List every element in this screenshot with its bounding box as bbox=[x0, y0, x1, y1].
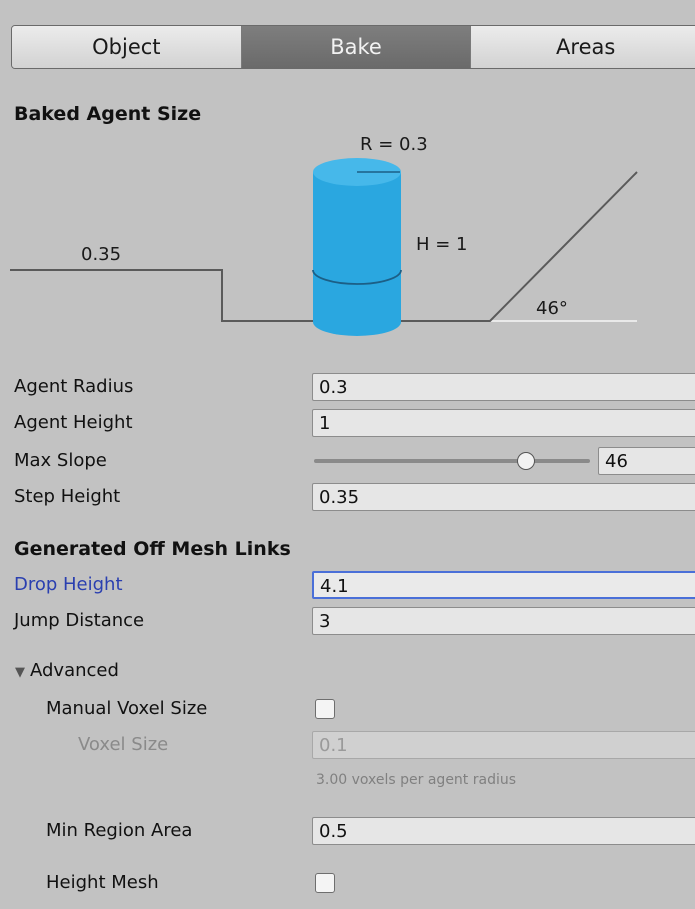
advanced-foldout[interactable]: ▼ Advanced bbox=[0, 656, 695, 686]
voxels-per-radius-hint: 3.00 voxels per agent radius bbox=[316, 772, 517, 788]
agent-radius-row: Agent Radius 0.3 bbox=[0, 372, 695, 402]
min-region-area-field[interactable]: 0.5 bbox=[312, 817, 695, 845]
voxel-size-field: 0.1 bbox=[312, 731, 695, 759]
tab-areas[interactable]: Areas bbox=[471, 26, 695, 68]
tab-bar: Object Bake Areas bbox=[11, 25, 695, 69]
height-label: H = 1 bbox=[416, 234, 468, 255]
jump-distance-row: Jump Distance 3 bbox=[0, 606, 695, 636]
step-height-label: Step Height bbox=[14, 486, 121, 507]
max-slope-row: Max Slope 46 bbox=[0, 446, 695, 476]
agent-height-label: Agent Height bbox=[14, 412, 133, 433]
max-slope-slider-thumb[interactable] bbox=[516, 452, 535, 470]
manual-voxel-size-label: Manual Voxel Size bbox=[46, 698, 208, 719]
step-height-row: Step Height 0.35 bbox=[0, 482, 695, 512]
baked-agent-size-heading: Baked Agent Size bbox=[14, 103, 202, 125]
jump-distance-label: Jump Distance bbox=[14, 610, 145, 631]
max-slope-slider-track[interactable] bbox=[314, 459, 590, 463]
slope-angle-label: 46° bbox=[536, 298, 568, 319]
advanced-foldout-label[interactable]: Advanced bbox=[30, 660, 119, 681]
step-height-label: 0.35 bbox=[81, 244, 121, 265]
agent-radius-label: Agent Radius bbox=[14, 376, 134, 397]
triangle-down-icon[interactable]: ▼ bbox=[15, 665, 25, 680]
manual-voxel-size-checkbox[interactable] bbox=[315, 699, 335, 719]
agent-size-diagram: R = 0.3 H = 1 0.35 46° bbox=[10, 134, 638, 336]
max-slope-label: Max Slope bbox=[14, 450, 107, 471]
agent-cylinder bbox=[312, 158, 402, 336]
step-height-field[interactable]: 0.35 bbox=[312, 483, 695, 511]
agent-radius-field[interactable]: 0.3 bbox=[312, 373, 695, 401]
agent-height-field[interactable]: 1 bbox=[312, 409, 695, 437]
tab-bake[interactable]: Bake bbox=[241, 26, 472, 68]
drop-height-field[interactable]: 4.1 bbox=[312, 571, 695, 599]
min-region-area-label: Min Region Area bbox=[46, 820, 193, 841]
min-region-area-row: Min Region Area 0.5 bbox=[0, 816, 695, 846]
drop-height-label: Drop Height bbox=[14, 574, 123, 595]
height-mesh-label: Height Mesh bbox=[46, 872, 159, 893]
voxel-size-label: Voxel Size bbox=[78, 734, 169, 755]
drop-height-row: Drop Height 4.1 bbox=[0, 570, 695, 600]
radius-label: R = 0.3 bbox=[360, 134, 428, 155]
height-mesh-checkbox[interactable] bbox=[315, 873, 335, 893]
height-mesh-row: Height Mesh bbox=[0, 868, 695, 898]
max-slope-field[interactable]: 46 bbox=[598, 447, 695, 475]
tab-object[interactable]: Object bbox=[12, 26, 242, 68]
generated-off-mesh-links-heading: Generated Off Mesh Links bbox=[14, 538, 291, 560]
jump-distance-field[interactable]: 3 bbox=[312, 607, 695, 635]
voxel-size-row: Voxel Size 0.1 bbox=[0, 730, 695, 760]
agent-height-row: Agent Height 1 bbox=[0, 408, 695, 438]
manual-voxel-size-row: Manual Voxel Size bbox=[0, 694, 695, 724]
